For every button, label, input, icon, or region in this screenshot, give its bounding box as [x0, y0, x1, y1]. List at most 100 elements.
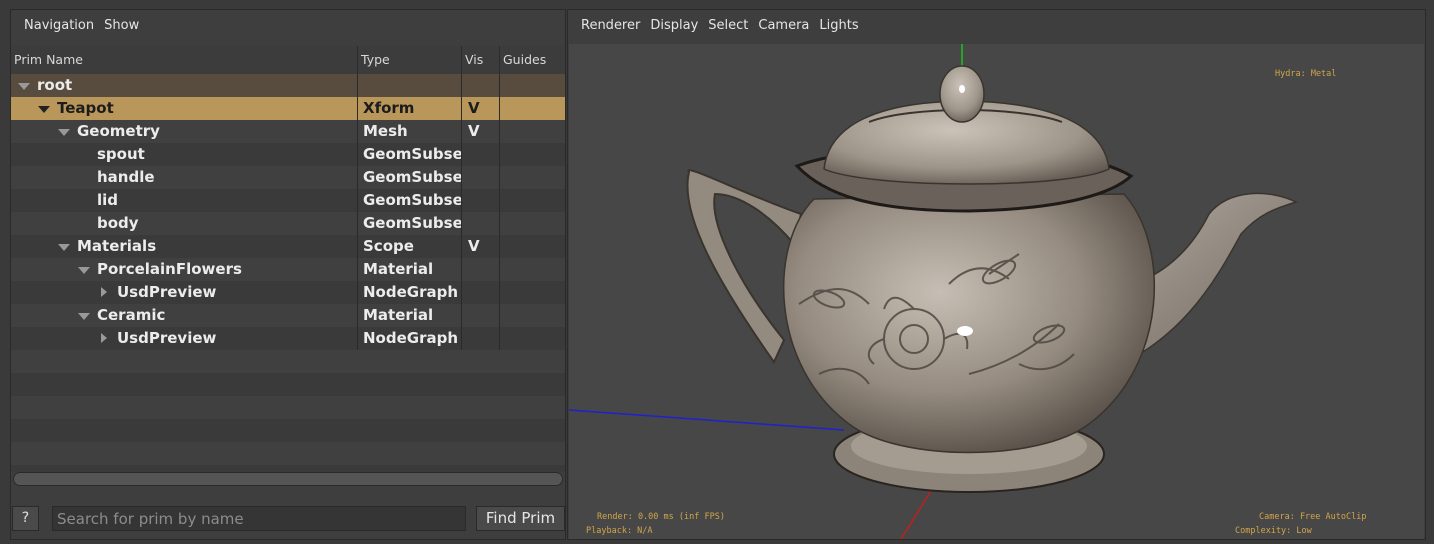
expand-arrow-down-icon[interactable]	[17, 79, 31, 93]
tree-cell-vis[interactable]	[462, 327, 500, 350]
tree-cell-vis[interactable]	[462, 143, 500, 166]
viewer-menubar: Renderer Display Select Camera Lights	[568, 10, 1425, 40]
tree-cell-guides[interactable]	[500, 304, 565, 327]
horizontal-scrollbar[interactable]	[13, 472, 563, 486]
tree-cell-guides[interactable]	[500, 166, 565, 189]
tree-cell-type: NodeGraph	[358, 281, 462, 304]
tree-cell-vis[interactable]	[462, 166, 500, 189]
help-button[interactable]: ?	[12, 506, 39, 531]
tree-cell-guides[interactable]	[500, 189, 565, 212]
tree-row[interactable]: root	[11, 74, 565, 97]
empty-tree-row	[11, 350, 565, 373]
viewport-scene	[569, 44, 1299, 539]
hud-render-time: Render: 0.00 ms (inf FPS)	[597, 512, 725, 522]
column-header-guides[interactable]: Guides	[500, 46, 565, 74]
tree-cell-name: handle	[11, 166, 358, 189]
tree-cell-vis[interactable]	[462, 212, 500, 235]
column-header-type[interactable]: Type	[358, 46, 462, 74]
expand-arrow-down-icon[interactable]	[57, 240, 71, 254]
tree-cell-vis[interactable]: V	[462, 120, 500, 143]
tree-row[interactable]: UsdPreview NodeGraph	[11, 327, 565, 350]
prim-name-label: Teapot	[57, 99, 114, 117]
tree-row[interactable]: handle GeomSubset	[11, 166, 565, 189]
prim-name-label: root	[37, 76, 73, 94]
tree-cell-vis[interactable]	[462, 304, 500, 327]
column-header-vis[interactable]: Vis	[462, 46, 500, 74]
menu-display[interactable]: Display	[645, 18, 703, 33]
tree-cell-vis[interactable]	[462, 281, 500, 304]
tree-row[interactable]: UsdPreview NodeGraph	[11, 281, 565, 304]
tree-cell-type	[358, 74, 462, 97]
empty-tree-row	[11, 419, 565, 442]
tree-cell-vis[interactable]	[462, 74, 500, 97]
menu-select[interactable]: Select	[703, 18, 753, 33]
tree-cell-type: Mesh	[358, 120, 462, 143]
prim-name-label: body	[97, 214, 139, 232]
tree-cell-name: UsdPreview	[11, 327, 358, 350]
tree-cell-guides[interactable]	[500, 212, 565, 235]
tree-cell-type: Scope	[358, 235, 462, 258]
menu-navigation[interactable]: Navigation	[19, 18, 99, 33]
prim-search-input[interactable]	[52, 506, 466, 531]
column-header-prim-name[interactable]: Prim Name	[11, 46, 358, 74]
tree-cell-type: GeomSubset	[358, 143, 462, 166]
tree-cell-vis[interactable]: V	[462, 97, 500, 120]
z-axis	[569, 409, 845, 431]
find-prim-button[interactable]: Find Prim	[476, 506, 565, 531]
tree-cell-name: UsdPreview	[11, 281, 358, 304]
knob-highlight	[959, 85, 965, 93]
teapot-body	[782, 193, 1156, 454]
tree-cell-guides[interactable]	[500, 120, 565, 143]
expand-arrow-down-icon[interactable]	[77, 263, 91, 277]
tree-row[interactable]: lid GeomSubset	[11, 189, 565, 212]
tree-row[interactable]: Ceramic Material	[11, 304, 565, 327]
3d-viewport[interactable]: Hydra: Metal Render: 0.00 ms (inf FPS) P…	[569, 44, 1424, 539]
tree-row[interactable]: Teapot Xform V	[11, 97, 565, 120]
tree-row[interactable]: body GeomSubset	[11, 212, 565, 235]
tree-cell-vis[interactable]	[462, 189, 500, 212]
tree-cell-vis[interactable]	[462, 258, 500, 281]
empty-tree-row	[11, 373, 565, 396]
tree-cell-guides[interactable]	[500, 235, 565, 258]
empty-tree-row	[11, 396, 565, 419]
prim-name-label: Geometry	[77, 122, 160, 140]
expand-arrow-right-icon[interactable]	[97, 332, 111, 346]
tree-row[interactable]: Materials Scope V	[11, 235, 565, 258]
prim-name-label: spout	[97, 145, 145, 163]
expand-arrow-down-icon[interactable]	[37, 102, 51, 116]
hud-camera: Camera: Free AutoClip	[1259, 512, 1367, 522]
empty-tree-row	[11, 465, 565, 472]
tree-cell-vis[interactable]: V	[462, 235, 500, 258]
tree-cell-name: lid	[11, 189, 358, 212]
tree-cell-guides[interactable]	[500, 74, 565, 97]
tree-cell-guides[interactable]	[500, 327, 565, 350]
tree-cell-name: body	[11, 212, 358, 235]
tree-cell-type: NodeGraph	[358, 327, 462, 350]
menu-camera[interactable]: Camera	[753, 18, 814, 33]
tree-cell-guides[interactable]	[500, 258, 565, 281]
expand-arrow-down-icon[interactable]	[57, 125, 71, 139]
tree-row[interactable]: Geometry Mesh V	[11, 120, 565, 143]
tree-cell-guides[interactable]	[500, 143, 565, 166]
body-specular	[957, 326, 973, 336]
expand-arrow-right-icon[interactable]	[97, 286, 111, 300]
prim-name-label: Ceramic	[97, 306, 166, 324]
tree-row[interactable]: spout GeomSubset	[11, 143, 565, 166]
tree-cell-name: Teapot	[11, 97, 358, 120]
hud-renderer: Hydra: Metal	[1275, 69, 1337, 79]
empty-tree-row	[11, 442, 565, 465]
prim-name-label: UsdPreview	[117, 329, 217, 347]
expand-arrow-down-icon[interactable]	[77, 309, 91, 323]
hud-playback: Playback: N/A	[586, 526, 653, 536]
teapot-handle	[686, 169, 803, 365]
tree-row[interactable]: PorcelainFlowers Material	[11, 258, 565, 281]
tree-cell-guides[interactable]	[500, 281, 565, 304]
menu-renderer[interactable]: Renderer	[576, 18, 645, 33]
tree-cell-type: GeomSubset	[358, 212, 462, 235]
tree-cell-type: GeomSubset	[358, 166, 462, 189]
tree-cell-guides[interactable]	[500, 97, 565, 120]
teapot-knob	[939, 65, 985, 123]
menu-lights[interactable]: Lights	[814, 18, 863, 33]
menu-show[interactable]: Show	[99, 18, 144, 33]
tree-cell-name: Materials	[11, 235, 358, 258]
